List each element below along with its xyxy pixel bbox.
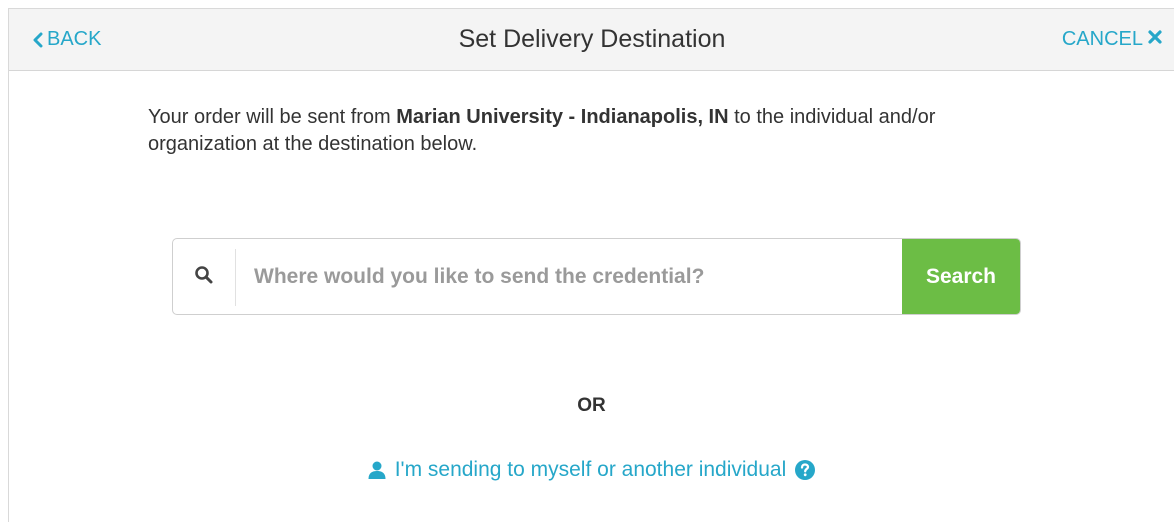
intro-text: Your order will be sent from Marian Univ… (148, 104, 1048, 158)
question-circle-icon[interactable] (794, 459, 816, 481)
search-input[interactable] (236, 239, 902, 314)
search-button[interactable]: Search (902, 239, 1020, 314)
user-icon (367, 460, 387, 480)
cancel-label: CANCEL (1061, 28, 1143, 50)
close-icon (1147, 28, 1163, 51)
search-icon-addon (173, 249, 236, 306)
send-to-self-link[interactable]: I'm sending to myself or another individ… (9, 458, 1174, 482)
or-divider: OR (577, 395, 606, 416)
dialog-header: BACK Set Delivery Destination CANCEL (9, 9, 1174, 71)
cancel-button[interactable]: CANCEL (1062, 28, 1163, 51)
search-icon (194, 265, 214, 290)
delivery-dialog: BACK Set Delivery Destination CANCEL You… (8, 8, 1174, 522)
destination-search: Search (172, 238, 1021, 315)
intro-prefix: Your order will be sent from (148, 106, 397, 128)
page-title: Set Delivery Destination (458, 25, 726, 53)
send-to-self-label: I'm sending to myself or another individ… (394, 458, 787, 481)
origin-name: Marian University - Indianapolis, IN (396, 106, 729, 128)
